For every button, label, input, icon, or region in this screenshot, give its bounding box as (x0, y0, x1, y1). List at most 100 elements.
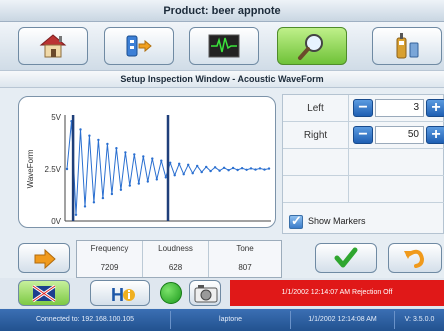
waveform-point (227, 169, 230, 172)
camera-button[interactable] (189, 280, 221, 306)
status-time: 1/1/2002 12:14:08 AM (290, 311, 394, 329)
nav-waveform-button[interactable] (189, 27, 259, 65)
metrics-row: Frequency 7209 Loudness 628 Tone 807 (0, 240, 444, 278)
metric-value: 7209 (100, 263, 119, 272)
left-increment-button[interactable]: + (426, 99, 444, 117)
status-bar: Connected to: 192.168.100.105 laptone 1/… (0, 309, 444, 331)
flag-icon (32, 284, 56, 303)
waveform-point (236, 168, 239, 172)
action-bar: H 1/1/2002 12:14:07 AM Rejection Off (0, 278, 444, 308)
waveform-point (267, 167, 271, 170)
left-label: Left (283, 95, 349, 122)
waveform-point (191, 172, 194, 175)
status-indicator-icon (160, 282, 182, 304)
version-label: V: 3.5.0.0 (394, 311, 444, 329)
nav-device-button[interactable] (372, 27, 442, 65)
chart-ylabel: WaveForm (26, 149, 35, 188)
waveform-point (231, 166, 235, 170)
waveform-point (200, 170, 203, 174)
right-increment-button[interactable]: + (426, 126, 444, 144)
language-button[interactable] (18, 280, 70, 306)
waveform-point (182, 173, 185, 176)
window-title: Product: beer appnote (0, 0, 444, 22)
help-button[interactable]: H (90, 280, 150, 306)
magnifier-icon (298, 34, 323, 60)
waveform-point (128, 184, 131, 187)
waveform-point (137, 182, 140, 185)
waveform-chart[interactable]: WaveForm 5V 2.5V 0V (18, 96, 276, 228)
waveform-point (263, 168, 266, 171)
waveform-point (97, 138, 100, 142)
waveform-point (240, 167, 244, 170)
waveform-point (83, 205, 87, 208)
waveform-point (222, 166, 226, 169)
section-title: Setup Inspection Window - Acoustic WaveF… (0, 70, 444, 88)
io-settings-icon (126, 35, 152, 57)
waveform-point (196, 164, 199, 168)
empty-row (283, 176, 444, 203)
marker-settings-panel: Left − 3 + Right − 50 + Show Markers (282, 94, 444, 234)
waveform-point (106, 142, 109, 146)
metric-loudness: Loudness 628 (143, 241, 209, 277)
waveform-point (74, 213, 78, 216)
waveform-point (187, 163, 190, 166)
waveform-point (92, 201, 96, 204)
waveform-point (79, 128, 82, 131)
waveform-point (115, 147, 118, 150)
waveform-point (110, 192, 114, 196)
waveform-point (119, 188, 123, 191)
waveform-point (155, 178, 158, 181)
nav-home-button[interactable] (18, 27, 88, 65)
waveform-point (213, 166, 217, 169)
waveform-point (101, 196, 105, 200)
metric-header: Frequency (90, 244, 129, 253)
nav-inspect-button[interactable] (277, 27, 347, 65)
connection-status: Connected to: 192.168.100.105 (35, 316, 135, 323)
metric-value: 807 (238, 263, 252, 272)
waveform-point (88, 134, 91, 137)
svg-text:H: H (111, 285, 124, 305)
checkmark-icon (334, 247, 358, 268)
waveform-point (124, 151, 127, 154)
left-decrement-button[interactable]: − (353, 99, 373, 117)
waveform-point (169, 161, 172, 164)
waveform-point (160, 159, 163, 162)
ytick-5v: 5V (51, 113, 61, 122)
empty-cell (283, 149, 349, 176)
accept-button[interactable] (315, 243, 377, 273)
main-panel: WaveForm 5V 2.5V 0V Left − 3 + Right − 5… (0, 88, 444, 240)
undo-button[interactable] (388, 243, 442, 273)
alarm-message[interactable]: 1/1/2002 12:14:07 AM Rejection Off (230, 280, 444, 306)
right-decrement-button[interactable]: − (353, 126, 373, 144)
right-value-field[interactable]: 50 (375, 126, 424, 144)
nav-io-button[interactable] (104, 27, 174, 65)
metric-header: Loudness (158, 244, 193, 253)
metric-tone: Tone 807 (209, 241, 281, 277)
camera-icon (194, 285, 218, 303)
undo-arrow-icon (404, 249, 425, 268)
waveform-point (65, 167, 69, 171)
left-value-field[interactable]: 3 (375, 99, 424, 117)
waveform-point (249, 167, 253, 170)
next-button[interactable] (18, 243, 70, 273)
metric-frequency: Frequency 7209 (77, 241, 143, 277)
metrics-table: Frequency 7209 Loudness 628 Tone 807 (76, 240, 282, 278)
show-markers-checkbox[interactable] (289, 213, 303, 229)
show-markers-label: Show Markers (308, 216, 366, 226)
waveform-point (133, 153, 136, 156)
waveform-point (218, 169, 221, 172)
host-name: laptone (170, 311, 290, 329)
waveform-point (142, 155, 145, 158)
waveform-point (178, 162, 181, 165)
waveform-plot: WaveForm 5V 2.5V 0V (26, 113, 271, 226)
waveform-point (173, 174, 176, 177)
waveform-point (164, 176, 167, 179)
home-icon (39, 34, 67, 58)
waveform-point (151, 157, 154, 160)
left-marker-row: Left − 3 + (283, 95, 444, 122)
oscilloscope-icon (208, 34, 240, 58)
arrow-right-icon (34, 248, 56, 270)
waveform-point (146, 180, 149, 183)
empty-row (283, 149, 444, 176)
handheld-device-icon (396, 33, 419, 59)
